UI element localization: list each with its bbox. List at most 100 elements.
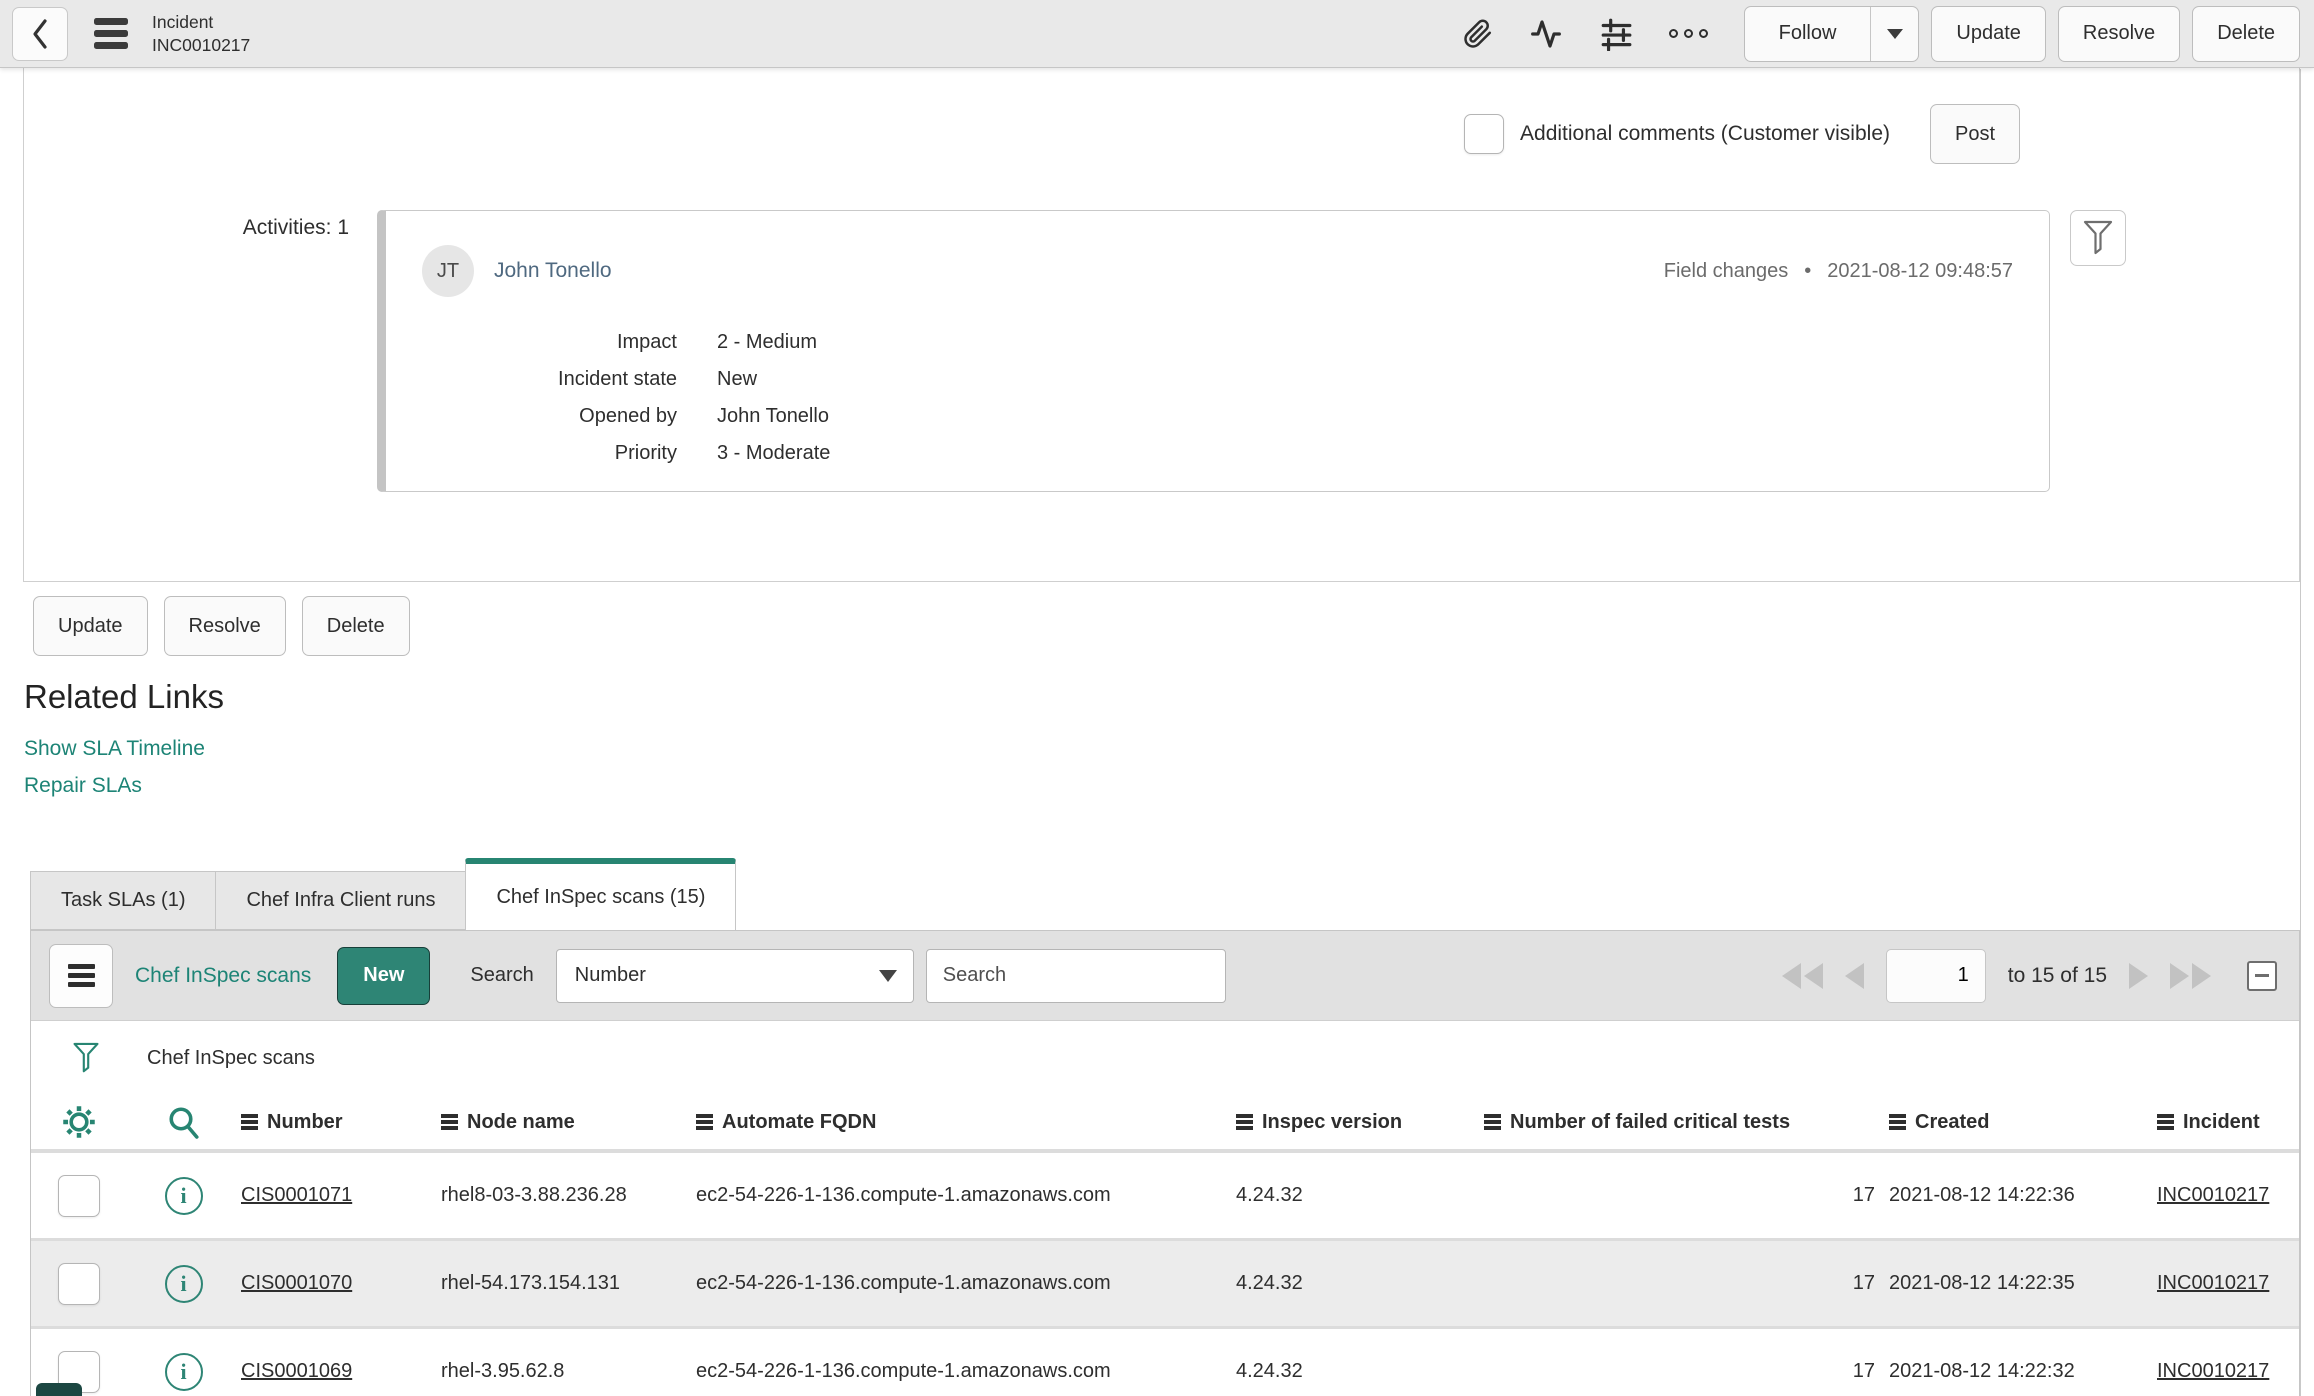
tab-task-slas[interactable]: Task SLAs (1) xyxy=(30,871,217,930)
header-actions: Follow Update Resolve Delete xyxy=(1743,5,2300,62)
paperclip-icon[interactable] xyxy=(1463,18,1493,50)
node-name-cell: rhel8-03-3.88.236.28 xyxy=(441,1184,627,1206)
row-checkbox[interactable] xyxy=(57,1262,100,1305)
scan-number-link[interactable]: CIS0001071 xyxy=(241,1184,441,1207)
update-button[interactable]: Update xyxy=(1931,5,2046,62)
show-sla-timeline-link[interactable]: Show SLA Timeline xyxy=(24,730,2314,767)
field-change-label: Impact xyxy=(616,331,677,353)
column-search-icon[interactable] xyxy=(166,1104,202,1140)
list-settings-gear-icon[interactable] xyxy=(61,1104,97,1140)
incident-record-screen: Incident INC0010217 Follow Update Resolv… xyxy=(0,0,2314,1396)
previous-page-button[interactable] xyxy=(1844,962,1864,989)
list-menu-button[interactable] xyxy=(49,943,113,1008)
follow-button[interactable]: Follow xyxy=(1745,7,1871,61)
record-preview-info-icon[interactable]: i xyxy=(164,1176,203,1215)
search-input[interactable] xyxy=(925,948,1226,1003)
automate-fqdn-cell: ec2-54-226-1-136.compute-1.amazonaws.com xyxy=(696,1272,1111,1294)
resolve-button[interactable]: Resolve xyxy=(2057,5,2181,62)
form-footer-actions: Update Resolve Delete xyxy=(33,596,2314,656)
node-name-cell: rhel-54.173.154.131 xyxy=(441,1272,621,1294)
field-change-value: New xyxy=(717,368,758,390)
resolve-button-bottom[interactable]: Resolve xyxy=(163,596,286,656)
related-links-title: Related Links xyxy=(24,678,224,715)
field-change-value: John Tonello xyxy=(717,405,829,427)
column-header-created[interactable]: Created xyxy=(1889,1111,2157,1134)
column-header-automate-fqdn[interactable]: Automate FQDN xyxy=(696,1111,1236,1134)
filter-funnel-icon[interactable] xyxy=(71,1040,101,1076)
incident-link[interactable]: INC0010217 xyxy=(2157,1360,2297,1383)
column-header-incident[interactable]: Incident xyxy=(2157,1111,2297,1134)
column-header-node-name[interactable]: Node name xyxy=(441,1111,696,1134)
list-breadcrumb-row: Chef InSpec scans xyxy=(31,1021,2299,1095)
inspec-version-cell: 4.24.32 xyxy=(1236,1272,1303,1294)
first-page-button[interactable] xyxy=(1781,962,1823,989)
field-change-label: Incident state xyxy=(558,368,677,390)
record-header: Incident INC0010217 Follow Update Resolv… xyxy=(0,0,2314,68)
funnel-icon xyxy=(2081,218,2115,258)
back-button[interactable] xyxy=(12,6,68,61)
last-page-button[interactable] xyxy=(2170,962,2211,989)
chevron-left-icon xyxy=(29,17,51,51)
delete-button-bottom[interactable]: Delete xyxy=(301,596,410,656)
column-menu-icon xyxy=(2157,1114,2174,1130)
field-change-label: Opened by xyxy=(579,405,677,427)
update-button-bottom[interactable]: Update xyxy=(33,596,148,656)
scan-number-link[interactable]: CIS0001070 xyxy=(241,1272,441,1295)
scrollbar-track[interactable] xyxy=(2300,69,2314,1396)
post-button[interactable]: Post xyxy=(1930,104,2020,164)
repair-slas-link[interactable]: Repair SLAs xyxy=(24,767,2314,804)
table-row: i CIS0001071 rhel8-03-3.88.236.28 ec2-54… xyxy=(31,1153,2299,1241)
record-preview-info-icon[interactable]: i xyxy=(164,1352,203,1391)
scan-number-link[interactable]: CIS0001069 xyxy=(241,1360,441,1383)
node-name-cell: rhel-3.95.62.8 xyxy=(441,1360,565,1382)
field-changes-list: Impact 2 - Medium Incident state New Ope… xyxy=(422,331,2013,465)
filter-breadcrumb-label[interactable]: Chef InSpec scans xyxy=(147,1047,315,1070)
delete-button[interactable]: Delete xyxy=(2192,5,2300,62)
next-page-button[interactable] xyxy=(2129,962,2148,989)
field-change-value: 2 - Medium xyxy=(717,331,818,353)
more-options-icon[interactable] xyxy=(1668,29,1708,38)
hamburger-icon xyxy=(67,964,95,987)
automate-fqdn-cell: ec2-54-226-1-136.compute-1.amazonaws.com xyxy=(696,1360,1111,1382)
collapse-list-button[interactable] xyxy=(2247,960,2277,991)
created-cell: 2021-08-12 14:22:35 xyxy=(1889,1272,2075,1294)
column-header-number[interactable]: Number xyxy=(241,1111,441,1134)
column-header-inspec-version[interactable]: Inspec version xyxy=(1236,1111,1484,1134)
tab-chef-infra-client-runs[interactable]: Chef Infra Client runs xyxy=(215,871,467,930)
list-title[interactable]: Chef InSpec scans xyxy=(135,964,311,988)
journal-user-name[interactable]: John Tonello xyxy=(494,259,612,283)
column-menu-icon xyxy=(696,1114,713,1130)
failed-critical-tests-cell: 17 xyxy=(1852,1184,1875,1206)
record-type-label: Incident xyxy=(152,11,214,32)
activity-stream-icon[interactable] xyxy=(1529,18,1563,50)
bullet-separator: • xyxy=(1804,259,1812,282)
incident-link[interactable]: INC0010217 xyxy=(2157,1184,2297,1207)
header-icon-group xyxy=(1463,17,1708,51)
pagination: to 15 of 15 xyxy=(1781,948,2277,1003)
record-number-label: INC0010217 xyxy=(152,34,251,55)
activity-filter-button[interactable] xyxy=(2070,210,2126,266)
tab-chef-inspec-scans[interactable]: Chef InSpec scans (15) xyxy=(465,858,737,930)
journal-entry-timestamp: 2021-08-12 09:48:57 xyxy=(1827,259,2013,282)
additional-comments-checkbox[interactable] xyxy=(1464,114,1505,154)
failed-critical-tests-cell: 17 xyxy=(1852,1272,1875,1294)
column-header-failed-critical-tests[interactable]: Number of failed critical tests xyxy=(1484,1111,1889,1134)
search-field-select[interactable]: Number xyxy=(555,948,914,1003)
page-number-input[interactable] xyxy=(1885,948,1986,1003)
journal-entry-type: Field changes xyxy=(1663,259,1789,282)
record-preview-info-icon[interactable]: i xyxy=(164,1264,203,1303)
row-checkbox[interactable] xyxy=(57,1174,100,1217)
incident-link[interactable]: INC0010217 xyxy=(2157,1272,2297,1295)
new-record-button[interactable]: New xyxy=(337,946,431,1005)
context-menu-icon[interactable] xyxy=(94,18,128,49)
bottom-left-overlay xyxy=(36,1383,82,1396)
column-menu-icon xyxy=(1236,1114,1253,1130)
journal-entry-meta: Field changes • 2021-08-12 09:48:57 xyxy=(1664,260,2013,283)
personalize-form-icon[interactable] xyxy=(1599,17,1633,51)
inspec-version-cell: 4.24.32 xyxy=(1236,1184,1303,1206)
chef-inspec-scans-list: Chef InSpec scans New Search Number to 1… xyxy=(30,930,2300,1396)
follow-dropdown-button[interactable] xyxy=(1870,6,1918,61)
additional-comments-label: Additional comments (Customer visible) xyxy=(1520,122,1890,145)
column-menu-icon xyxy=(1484,1114,1501,1130)
table-row: i CIS0001070 rhel-54.173.154.131 ec2-54-… xyxy=(31,1241,2299,1329)
